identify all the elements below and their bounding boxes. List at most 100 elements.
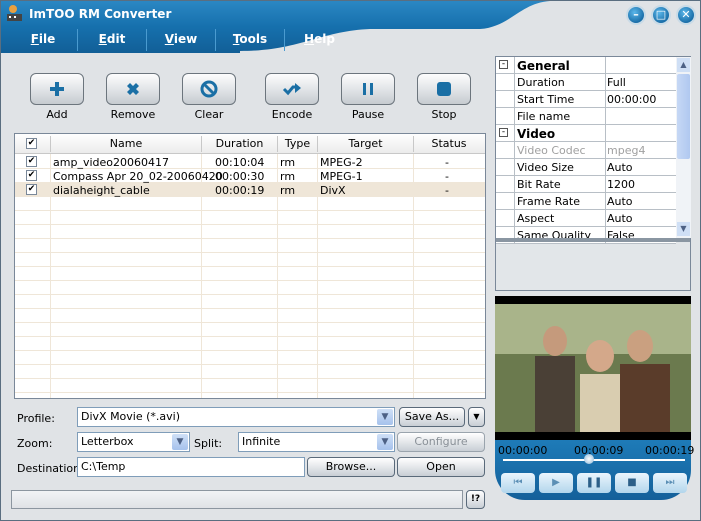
- profile-select[interactable]: DivX Movie (*.avi) ▼: [77, 407, 395, 427]
- pause-icon: [363, 83, 373, 95]
- minimize-button[interactable]: –: [626, 5, 646, 25]
- file-list-table[interactable]: ✔ Name Duration Type Target Status ✔ amp_…: [14, 133, 486, 399]
- chevron-down-icon[interactable]: ▼: [172, 434, 188, 450]
- pause-icon: ❚❚: [585, 477, 603, 488]
- chevron-down-icon[interactable]: ▼: [377, 409, 393, 425]
- play-icon: ▶: [552, 477, 560, 488]
- empty-row: [15, 309, 485, 323]
- column-name[interactable]: Name: [51, 137, 201, 150]
- maximize-button[interactable]: □: [651, 5, 671, 25]
- close-button[interactable]: ✕: [676, 5, 696, 25]
- next-button[interactable]: ⏭: [653, 473, 687, 493]
- header-checkbox[interactable]: ✔: [26, 138, 37, 149]
- app-logo-icon: [7, 5, 22, 21]
- property-row[interactable]: Frame Rate Auto: [496, 193, 676, 210]
- window-title: ImTOO RM Converter: [29, 7, 172, 21]
- plus-icon: [50, 82, 64, 96]
- seek-track[interactable]: [503, 459, 685, 461]
- scroll-down-button[interactable]: ▼: [677, 222, 690, 236]
- stop-button[interactable]: [417, 73, 471, 105]
- no-icon: [200, 80, 218, 98]
- row-checkbox[interactable]: ✔: [26, 156, 37, 167]
- chevron-down-icon[interactable]: ▼: [377, 434, 393, 450]
- property-key: Start Time: [514, 91, 606, 108]
- menu-edit[interactable]: Edit: [78, 29, 147, 51]
- play-button[interactable]: ▶: [539, 473, 573, 493]
- panel-splitter[interactable]: [496, 238, 690, 242]
- help-button[interactable]: !?: [466, 490, 485, 509]
- menu-tools-label: ools: [239, 32, 268, 46]
- stop-icon: ■: [627, 477, 637, 488]
- encode-button[interactable]: [265, 73, 319, 105]
- property-row[interactable]: Duration Full: [496, 74, 676, 91]
- column-duration[interactable]: Duration: [202, 137, 277, 150]
- property-value[interactable]: 1200: [607, 176, 635, 191]
- menu-view[interactable]: View: [147, 29, 216, 51]
- zoom-select[interactable]: Letterbox ▼: [77, 432, 190, 452]
- add-button[interactable]: [30, 73, 84, 105]
- row-checkbox[interactable]: ✔: [26, 170, 37, 181]
- configure-button[interactable]: Configure: [397, 432, 485, 452]
- previous-button[interactable]: ⏮: [501, 473, 535, 493]
- column-type[interactable]: Type: [278, 137, 317, 150]
- property-row[interactable]: File name: [496, 108, 676, 125]
- column-target[interactable]: Target: [318, 137, 413, 150]
- clear-button[interactable]: [182, 73, 236, 105]
- save-as-dropdown-button[interactable]: ▼: [468, 407, 485, 427]
- column-status[interactable]: Status: [414, 137, 484, 150]
- menu-tools[interactable]: Tools: [216, 29, 285, 51]
- media-player-controls: 00:00:00 00:00:09 00:00:19 ⏮ ▶ ❚❚ ■ ⏭: [495, 440, 694, 500]
- toolbar: Add Remove Clear Encode Pause Stop: [5, 55, 491, 129]
- property-value[interactable]: Auto: [607, 159, 633, 174]
- skip-back-icon: ⏮: [513, 477, 523, 488]
- x-icon: [127, 83, 139, 95]
- cell-target: DivX: [320, 184, 346, 197]
- open-button[interactable]: Open: [397, 457, 485, 477]
- property-row[interactable]: Bit Rate 1200: [496, 176, 676, 193]
- scroll-thumb[interactable]: [677, 74, 690, 159]
- cell-target: MPEG-2: [320, 156, 363, 169]
- menu-help[interactable]: Help: [285, 29, 354, 51]
- properties-panel: - General Duration Full Start Time 00:00:00 Fi…: [495, 56, 691, 291]
- property-value[interactable]: mpeg4: [607, 142, 645, 157]
- property-value[interactable]: Full: [607, 74, 626, 89]
- empty-row: [15, 225, 485, 239]
- menu-view-label: iew: [173, 32, 198, 46]
- remove-label: Remove: [110, 108, 156, 121]
- destination-input[interactable]: C:\Temp: [77, 457, 305, 477]
- menu-file[interactable]: File: [9, 29, 78, 51]
- player-pause-button[interactable]: ❚❚: [577, 473, 611, 493]
- property-value[interactable]: 00:00:00: [607, 91, 656, 106]
- empty-row: [15, 267, 485, 281]
- property-row[interactable]: Video Codec mpeg4: [496, 142, 676, 159]
- property-key: Video Size: [514, 159, 606, 176]
- collapse-icon[interactable]: -: [499, 60, 508, 69]
- property-section[interactable]: - Video: [496, 125, 676, 142]
- property-value[interactable]: Auto: [607, 193, 633, 208]
- cell-name: Compass Apr 20_02-20060420: [53, 170, 223, 183]
- pause-button[interactable]: [341, 73, 395, 105]
- property-row[interactable]: Start Time 00:00:00: [496, 91, 676, 108]
- split-value: Infinite: [242, 435, 281, 448]
- cell-duration: 00:10:04: [215, 156, 265, 169]
- table-row[interactable]: ✔ dialaheight_cable 00:00:19 rm DivX -: [15, 183, 485, 197]
- table-row[interactable]: ✔ amp_video20060417 00:10:04 rm MPEG-2 -: [15, 155, 485, 169]
- player-stop-button[interactable]: ■: [615, 473, 649, 493]
- split-select[interactable]: Infinite ▼: [238, 432, 395, 452]
- seek-thumb[interactable]: [583, 454, 594, 464]
- property-key: Bit Rate: [514, 176, 606, 193]
- browse-button[interactable]: Browse...: [307, 457, 395, 477]
- time-current: 00:00:09: [574, 444, 624, 457]
- row-checkbox[interactable]: ✔: [26, 184, 37, 195]
- property-section[interactable]: - General: [496, 57, 676, 74]
- empty-row: [15, 253, 485, 267]
- collapse-icon[interactable]: -: [499, 128, 508, 137]
- properties-scrollbar[interactable]: ▲ ▼: [676, 57, 691, 238]
- table-row[interactable]: ✔ Compass Apr 20_02-20060420 00:00:30 rm MPE…: [15, 169, 485, 183]
- property-row[interactable]: Aspect Auto: [496, 210, 676, 227]
- scroll-up-button[interactable]: ▲: [677, 58, 690, 72]
- property-row[interactable]: Video Size Auto: [496, 159, 676, 176]
- property-value[interactable]: Auto: [607, 210, 633, 225]
- remove-button[interactable]: [106, 73, 160, 105]
- save-as-button[interactable]: Save As...: [399, 407, 465, 427]
